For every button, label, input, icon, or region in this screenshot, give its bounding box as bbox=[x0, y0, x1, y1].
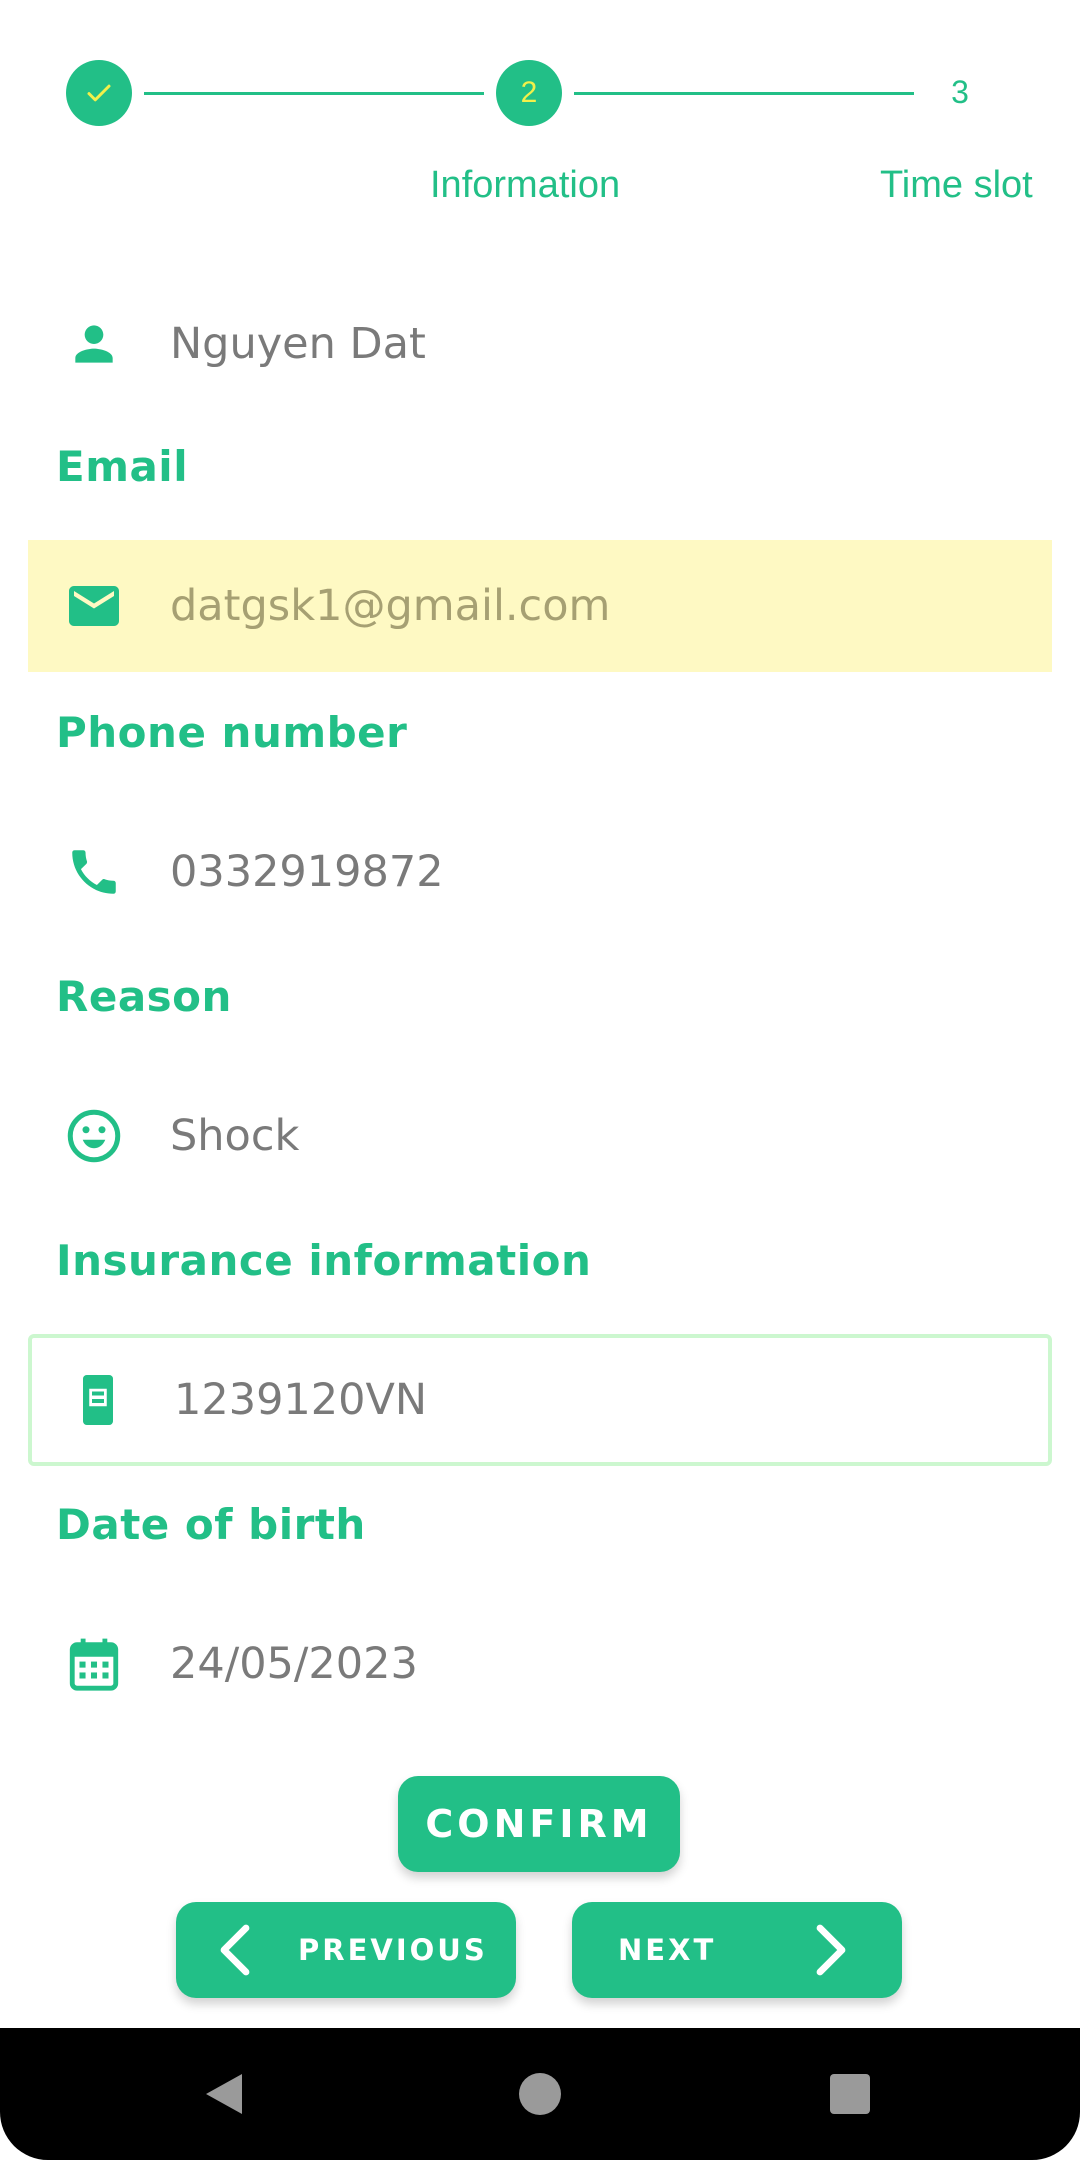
chevron-left-icon bbox=[216, 1922, 256, 1978]
progress-stepper: 2 3 Information Time slot bbox=[0, 0, 1080, 230]
smiley-icon bbox=[62, 1104, 126, 1168]
step-2-number: 2 bbox=[520, 76, 538, 109]
name-field[interactable]: Nguyen Dat bbox=[28, 278, 1052, 410]
appointment-info-screen: 2 3 Information Time slot Nguyen Dat Ema… bbox=[0, 0, 1080, 2160]
email-field[interactable]: datgsk1@gmail.com bbox=[28, 540, 1052, 672]
phone-field[interactable]: 0332919872 bbox=[28, 806, 1052, 938]
dob-value: 24/05/2023 bbox=[170, 1639, 418, 1689]
chevron-right-icon bbox=[810, 1922, 850, 1978]
step-connector-2 bbox=[574, 92, 914, 95]
step-1-completed[interactable] bbox=[66, 60, 132, 126]
insurance-field[interactable]: 1239120VN bbox=[28, 1334, 1052, 1466]
confirm-button[interactable]: CONFIRM bbox=[398, 1776, 680, 1872]
email-label: Email bbox=[56, 442, 189, 491]
step-2-active[interactable]: 2 bbox=[496, 60, 562, 126]
email-value: datgsk1@gmail.com bbox=[170, 581, 611, 631]
mail-icon bbox=[62, 574, 126, 638]
person-icon bbox=[62, 312, 126, 376]
phone-icon bbox=[62, 840, 126, 904]
next-button[interactable]: NEXT bbox=[572, 1902, 902, 1998]
step-2-label: Information bbox=[430, 164, 621, 206]
insurance-label: Insurance information bbox=[56, 1236, 592, 1285]
previous-button[interactable]: PREVIOUS bbox=[176, 1902, 516, 1998]
calendar-icon bbox=[62, 1632, 126, 1696]
recents-nav-icon[interactable] bbox=[826, 2070, 874, 2118]
confirm-button-label: CONFIRM bbox=[425, 1802, 653, 1846]
insurance-value: 1239120VN bbox=[174, 1375, 428, 1425]
next-button-label: NEXT bbox=[618, 1933, 717, 1967]
phone-label: Phone number bbox=[56, 708, 408, 757]
reason-label: Reason bbox=[56, 972, 232, 1021]
previous-button-label: PREVIOUS bbox=[298, 1933, 488, 1967]
phone-value: 0332919872 bbox=[170, 847, 444, 897]
step-3-label: Time slot bbox=[880, 164, 1033, 206]
name-value: Nguyen Dat bbox=[170, 319, 426, 369]
home-nav-icon[interactable] bbox=[516, 2070, 564, 2118]
step-3-number[interactable]: 3 bbox=[940, 74, 980, 111]
dob-field[interactable]: 24/05/2023 bbox=[28, 1598, 1052, 1730]
step-connector-1 bbox=[144, 92, 484, 95]
check-icon bbox=[87, 84, 111, 102]
reason-field[interactable]: Shock bbox=[28, 1070, 1052, 1202]
reason-value: Shock bbox=[170, 1111, 300, 1161]
back-nav-icon[interactable] bbox=[200, 2070, 248, 2118]
card-icon bbox=[66, 1368, 130, 1432]
dob-label: Date of birth bbox=[56, 1500, 366, 1549]
